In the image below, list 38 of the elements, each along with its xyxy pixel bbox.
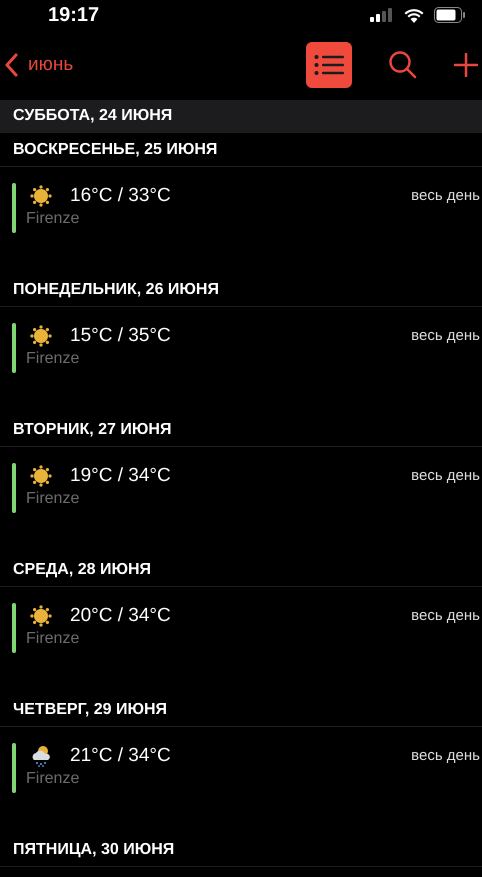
day-title: ПЯТНИЦА, 30 ИЮНЯ	[13, 840, 174, 858]
sun-icon	[30, 465, 52, 487]
status-time: 19:17	[48, 4, 100, 26]
event-time: весь день	[411, 327, 480, 344]
back-label: июнь	[28, 54, 74, 76]
chevron-left-icon	[4, 53, 18, 77]
event-title: 19°C / 34°C	[70, 465, 171, 487]
sun-icon	[30, 325, 52, 347]
cloud-rain-icon	[30, 745, 52, 767]
list-view-button[interactable]	[306, 42, 352, 88]
event-time: весь день	[411, 187, 480, 204]
event-location: Firenze	[26, 630, 80, 648]
event-location: Firenze	[26, 350, 80, 368]
day-title: ЧЕТВЕРГ, 29 ИЮНЯ	[13, 700, 168, 718]
wifi-icon	[404, 8, 424, 22]
event-time: весь день	[411, 607, 480, 624]
sun-icon	[30, 605, 52, 627]
battery-icon	[434, 7, 466, 23]
event-location: Firenze	[26, 490, 80, 508]
event-title: 15°C / 35°C	[70, 325, 171, 347]
signal-icon	[370, 8, 394, 22]
day-title: ПОНЕДЕЛЬНИК, 26 ИЮНЯ	[13, 280, 219, 298]
add-icon[interactable]	[454, 53, 478, 77]
day-title: ВТОРНИК, 27 ИЮНЯ	[13, 420, 172, 438]
event-title: 16°C / 33°C	[70, 185, 171, 207]
search-icon[interactable]	[388, 50, 418, 80]
event-time: весь день	[411, 747, 480, 764]
event-time: весь день	[411, 467, 480, 484]
sun-icon	[30, 185, 52, 207]
event-location: Firenze	[26, 210, 80, 228]
event-title: 21°C / 34°C	[70, 745, 171, 767]
event-title: 20°C / 34°C	[70, 605, 171, 627]
day-title: ВОСКРЕСЕНЬЕ, 25 ИЮНЯ	[13, 140, 218, 158]
event-location: Firenze	[26, 770, 80, 788]
list-icon	[314, 54, 344, 76]
back-button[interactable]: июнь	[0, 53, 74, 77]
day-title: СУББОТА, 24 ИЮНЯ	[13, 107, 172, 125]
day-title: СРЕДА, 28 ИЮНЯ	[13, 560, 152, 578]
